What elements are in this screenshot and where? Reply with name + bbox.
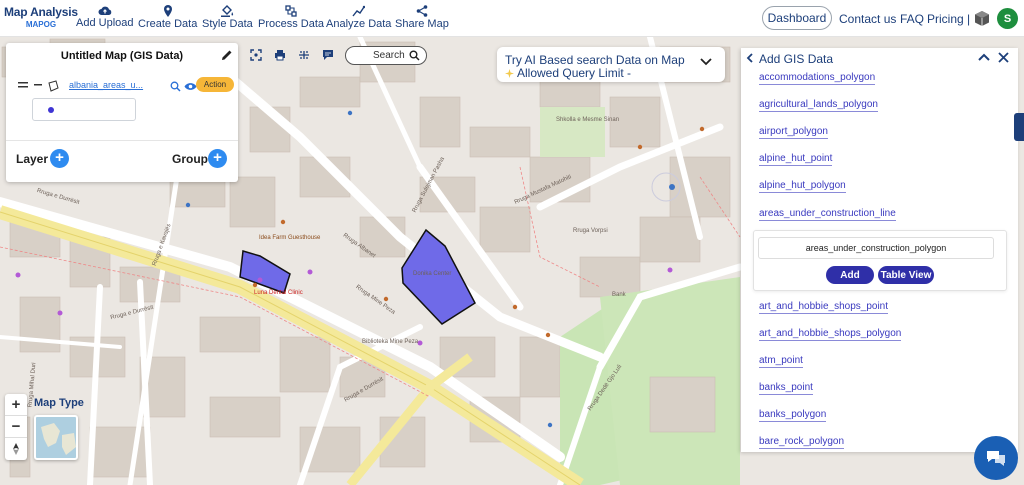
chat-icon <box>987 451 1005 466</box>
nav-style-data-label: Style Data <box>202 18 253 30</box>
selected-dataset-name: areas_under_construction_polygon <box>758 237 994 259</box>
compass-button[interactable] <box>5 438 27 460</box>
top-navbar: Map Analysis MAPOG Add Upload Create Dat… <box>0 0 1024 37</box>
back-arrow-icon[interactable] <box>746 53 756 63</box>
polygon-layer-icon <box>48 80 59 92</box>
sparkle-icon <box>505 69 514 78</box>
gis-item[interactable]: atm_point <box>759 355 803 368</box>
zoom-out-button[interactable]: − <box>5 416 27 438</box>
add-group-button[interactable]: + <box>208 149 227 168</box>
divider <box>6 140 238 141</box>
gis-item[interactable]: banks_polygon <box>759 409 827 422</box>
nav-style-data[interactable]: Style Data <box>202 5 253 30</box>
world-map-thumb-icon <box>41 423 76 455</box>
zoom-to-layer-icon[interactable] <box>170 81 181 92</box>
print-icon[interactable] <box>274 49 286 61</box>
comment-icon[interactable] <box>322 49 334 61</box>
group-label: Group <box>172 152 208 166</box>
nav-process-data-label: Process Data <box>258 18 325 30</box>
map-search-button[interactable]: Search <box>345 46 427 65</box>
user-avatar[interactable]: S <box>997 8 1018 29</box>
close-icon[interactable] <box>998 52 1009 63</box>
ai-search-title: Try AI Based search Data on Map <box>505 53 685 67</box>
gis-item[interactable]: art_and_hobbie_shops_point <box>759 301 888 314</box>
nav-process-data[interactable]: Process Data <box>258 5 324 30</box>
drag-handle-icon[interactable] <box>18 82 28 89</box>
nav-share-map[interactable]: Share Map <box>395 5 449 30</box>
nav-add-upload[interactable]: Add Upload <box>76 5 134 29</box>
nav-analyze-data-label: Analyze Data <box>326 18 392 30</box>
nav-add-upload-label: Add Upload <box>76 17 134 29</box>
map-type-thumbnail[interactable] <box>34 415 78 460</box>
poi-label: Biblioteka Mine Peza <box>362 339 419 345</box>
street-label: Rruga Vorpsi <box>573 228 608 234</box>
gis-panel-title: Add GIS Data <box>759 52 834 66</box>
logo-subtitle: MAPOG <box>25 20 57 29</box>
gis-item[interactable]: areas_under_construction_line <box>759 208 896 221</box>
nav-create-data[interactable]: Create Data <box>138 5 197 30</box>
zoom-in-button[interactable]: + <box>5 394 27 416</box>
table-view-button[interactable]: Table View <box>878 266 934 284</box>
selected-dataset-card: areas_under_construction_polygon Add Tab… <box>753 230 1007 291</box>
zoom-control: + − <box>5 394 27 460</box>
gis-item[interactable]: banks_point <box>759 382 813 395</box>
gis-item[interactable]: bare_rock_polygon <box>759 436 845 449</box>
cube-icon[interactable] <box>974 10 990 27</box>
gis-panel-header: Add GIS Data <box>741 48 1018 70</box>
layer-legend <box>32 98 136 121</box>
north-arrow-icon <box>13 443 19 455</box>
map-title[interactable]: Untitled Map (GIS Data) <box>6 50 238 62</box>
search-icon <box>409 50 420 61</box>
ai-query-limit: Allowed Query Limit - <box>517 66 632 80</box>
edit-pencil-icon[interactable] <box>221 49 233 61</box>
ai-search-box[interactable]: Try AI Based search Data on Map Allowed … <box>497 47 725 82</box>
nav-share-map-label: Share Map <box>395 18 449 30</box>
chevron-up-icon[interactable] <box>978 53 990 61</box>
layer-panel: Untitled Map (GIS Data) albania_areas_u.… <box>6 43 238 182</box>
poi-label: Donika Center <box>413 271 452 277</box>
pricing-link[interactable]: Pricing | <box>927 0 970 37</box>
fullscreen-icon[interactable] <box>250 49 262 61</box>
gis-item[interactable]: agricultural_lands_polygon <box>759 99 878 112</box>
app-logo[interactable]: Map Analysis MAPOG <box>4 5 78 29</box>
gis-item[interactable]: accommodations_polygon <box>759 72 876 85</box>
poi-label: Shkolla e Mesme Sinan <box>556 117 620 123</box>
chat-support-button[interactable] <box>974 436 1018 480</box>
app-root: Map Analysis MAPOG Add Upload Create Dat… <box>0 0 1024 485</box>
map-pin-icon <box>163 5 172 17</box>
add-layer-button[interactable]: + <box>50 149 69 168</box>
gis-item[interactable]: airport_polygon <box>759 126 828 139</box>
add-gis-data-panel: Add GIS Data accommodations_polygon agri… <box>741 48 1018 452</box>
nav-create-data-label: Create Data <box>138 18 198 30</box>
contact-link[interactable]: Contact us <box>839 0 896 37</box>
side-drawer-tab[interactable] <box>1014 113 1024 141</box>
process-icon <box>285 5 297 17</box>
poi-label: Idea Farm Guesthouse <box>259 235 321 241</box>
collapse-icon[interactable] <box>34 84 42 86</box>
layer-name-link[interactable]: albania_areas_u... <box>69 80 143 90</box>
logo-title: Map Analysis <box>4 5 78 19</box>
nav-analyze-data[interactable]: Analyze Data <box>326 5 391 30</box>
dashboard-button[interactable]: Dashboard <box>762 6 832 30</box>
layer-label: Layer <box>16 152 49 166</box>
search-label: Search <box>373 50 405 61</box>
measure-icon[interactable] <box>298 49 310 61</box>
analyze-icon <box>352 5 366 17</box>
add-dataset-button[interactable]: Add <box>826 266 874 284</box>
map-type-label: Map Type <box>34 397 84 409</box>
poi-label: Bank <box>612 292 626 298</box>
layer-action-button[interactable]: Action <box>196 77 234 92</box>
share-icon <box>416 5 428 17</box>
gis-item[interactable]: alpine_hut_polygon <box>759 180 846 193</box>
cloud-upload-icon <box>98 6 112 15</box>
faq-link[interactable]: FAQ <box>900 0 924 37</box>
poi-label: Luna Dental Clinic <box>254 290 303 296</box>
chevron-down-icon[interactable] <box>700 58 712 66</box>
paint-bucket-icon <box>220 5 233 17</box>
gis-item[interactable]: alpine_hut_point <box>759 153 833 166</box>
gis-item[interactable]: art_and_hobbie_shops_polygon <box>759 328 902 341</box>
legend-color-dot <box>48 107 54 113</box>
